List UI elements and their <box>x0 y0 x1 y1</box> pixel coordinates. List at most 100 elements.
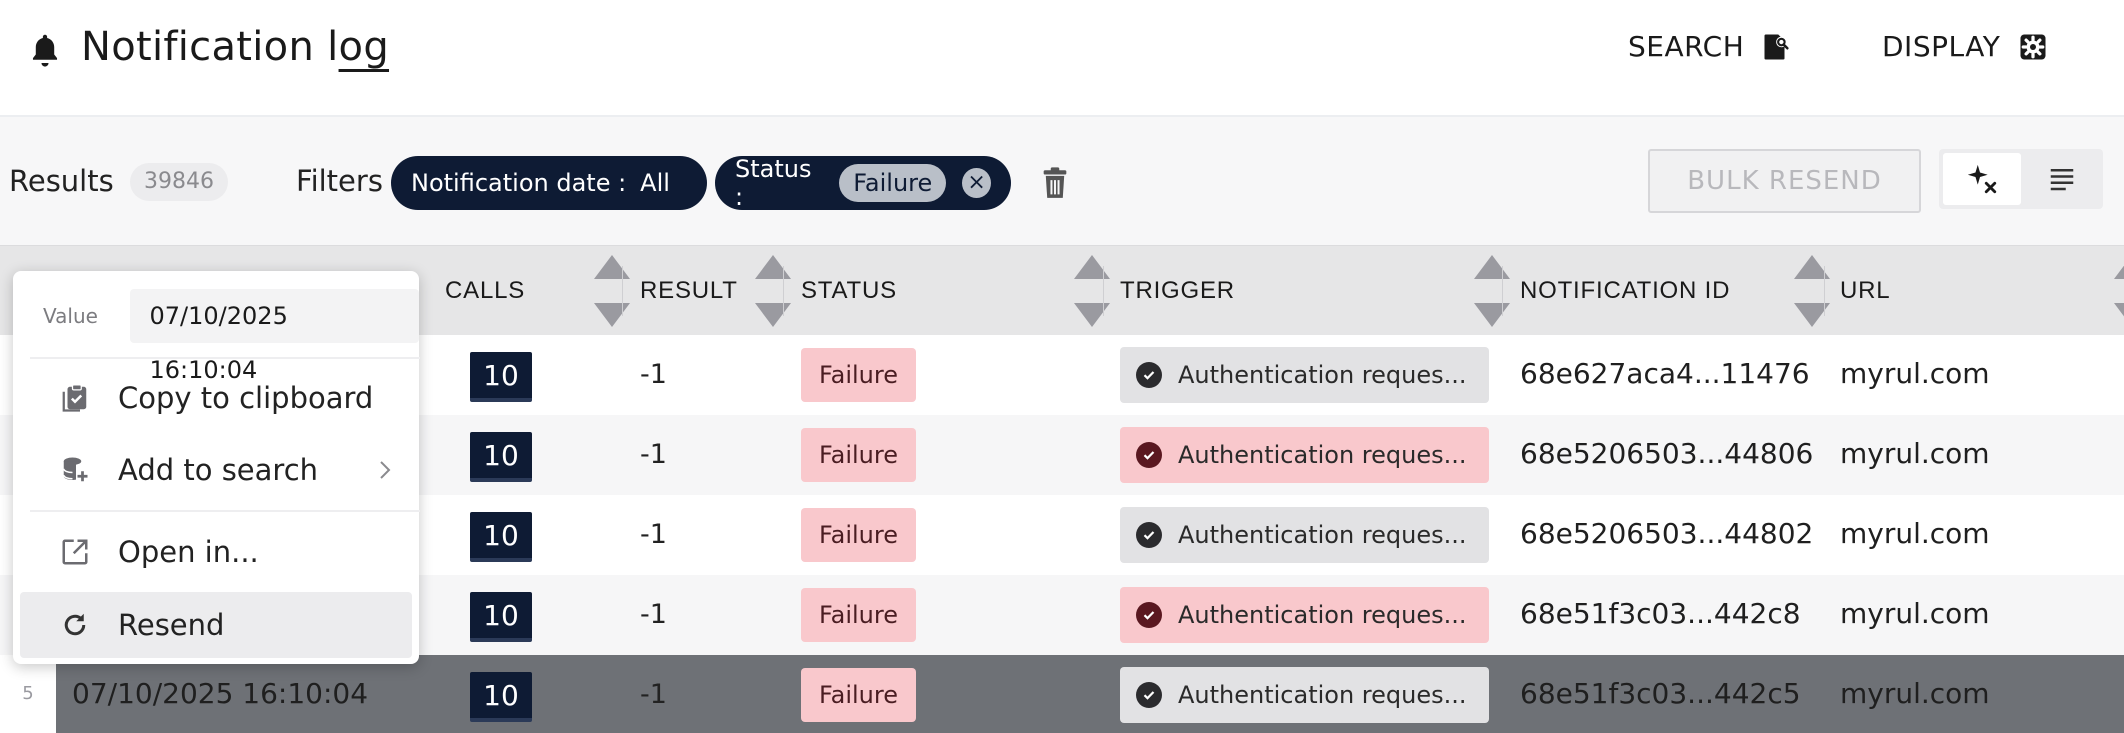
sort-icon[interactable] <box>1068 246 1116 336</box>
value-field[interactable]: 07/10/2025 16:10:04 <box>129 289 419 384</box>
refresh-icon <box>64 613 86 636</box>
settings-icon <box>2020 34 2046 59</box>
app-header: Notification log SEARCH DISPLAY <box>0 0 2124 117</box>
calls-badge: 10 <box>470 672 532 722</box>
bell-icon <box>32 34 58 67</box>
cell-url[interactable]: myrul.com <box>1840 597 1990 630</box>
cell-result[interactable]: -1 <box>640 599 667 630</box>
search-button[interactable]: SEARCH <box>1628 30 1792 63</box>
display-button[interactable]: DISPLAY <box>1882 30 2048 63</box>
check-mark <box>1143 691 1155 700</box>
calls-badge: 10 <box>470 432 532 482</box>
status-badge: Failure <box>801 588 916 642</box>
menu-item-label: Add to search <box>118 453 319 487</box>
check-mark <box>1143 531 1155 540</box>
table-row[interactable]: 5 07/10/2025 16:10:04 10 -1 Failure Authentic… <box>0 655 2124 733</box>
filter-chip-status[interactable]: Status : Failure ⨯ <box>715 155 1011 211</box>
calls-badge: 10 <box>470 352 532 402</box>
column-header-result[interactable]: RESULT <box>640 246 738 336</box>
clear-filters-trash-icon[interactable] <box>1040 166 1070 200</box>
cell-context-menu: Value 07/10/2025 16:10:04 Copy to clipbo… <box>13 271 420 664</box>
status-badge: Failure <box>801 428 916 482</box>
column-header-url[interactable]: URL <box>1840 246 1890 336</box>
column-header-notification-id[interactable]: NOTIFICATION ID <box>1520 246 1730 336</box>
page: Notification log SEARCH DISPLAY Results … <box>0 0 2124 733</box>
cell-notification-id[interactable]: 68e5206503...44806 <box>1520 437 1813 470</box>
results-count-badge: 39846 <box>130 163 228 201</box>
sort-icon[interactable] <box>1788 246 1836 336</box>
list-lines-icon <box>2050 169 2074 191</box>
trigger-label: Authentication reques... <box>1178 681 1467 709</box>
cell-result[interactable]: -1 <box>640 679 667 710</box>
calls-badge: 10 <box>470 512 532 562</box>
cell-result[interactable]: -1 <box>640 519 667 550</box>
trigger-badge[interactable]: Authentication reques... <box>1120 507 1489 563</box>
sort-icon[interactable] <box>749 246 797 336</box>
column-separator[interactable] <box>783 266 784 316</box>
column-separator[interactable] <box>1502 266 1503 316</box>
cell-notification-id[interactable]: 68e627aca4...11476 <box>1520 357 1810 390</box>
trigger-label: Authentication reques... <box>1178 361 1467 389</box>
view-toggle-list[interactable] <box>2025 153 2099 205</box>
view-toggle-sparkle[interactable] <box>1943 153 2021 205</box>
menu-item-label: Copy to clipboard <box>118 381 374 415</box>
cell-url[interactable]: myrul.com <box>1840 437 1990 470</box>
menu-item-copy-to-clipboard[interactable]: Copy to clipboard <box>20 365 412 431</box>
results-label: Results <box>9 164 114 198</box>
cell-result[interactable]: -1 <box>640 439 667 470</box>
trigger-label: Authentication reques... <box>1178 601 1467 629</box>
column-header-calls[interactable]: CALLS <box>445 246 525 336</box>
check-circle-icon <box>1136 522 1162 548</box>
trigger-badge[interactable]: Authentication reques... <box>1120 427 1489 483</box>
chip-status-value: Failure <box>839 164 947 202</box>
column-separator[interactable] <box>1103 266 1104 316</box>
cell-url[interactable]: myrul.com <box>1840 517 1990 550</box>
remove-filter-icon[interactable]: ⨯ <box>962 168 991 198</box>
check-circle-icon <box>1136 682 1162 708</box>
chevron-right-icon <box>380 461 391 479</box>
clipboard-check-icon <box>62 384 87 412</box>
cell-date[interactable]: 07/10/2025 16:10:04 <box>72 677 368 710</box>
check-mark <box>1143 611 1155 620</box>
column-header-trigger[interactable]: TRIGGER <box>1120 246 1235 336</box>
menu-item-resend[interactable]: Resend <box>20 592 412 658</box>
page-title: Notification log <box>81 24 390 70</box>
filter-chip-notification-date[interactable]: Notification date : All <box>391 156 707 210</box>
column-separator[interactable] <box>1824 266 1825 316</box>
cell-url[interactable]: myrul.com <box>1840 357 1990 390</box>
trigger-badge[interactable]: Authentication reques... <box>1120 667 1489 723</box>
search-file-icon <box>1764 34 1789 59</box>
menu-divider <box>30 510 420 512</box>
database-plus-icon <box>63 457 88 482</box>
sort-icon[interactable] <box>588 246 636 336</box>
calls-badge: 10 <box>470 592 532 642</box>
sparkle-clear-icon <box>1967 164 1997 194</box>
sort-icon[interactable] <box>2108 246 2124 336</box>
bulk-resend-button[interactable]: BULK RESEND <box>1648 149 1921 213</box>
sort-icon[interactable] <box>1468 246 1516 336</box>
cell-notification-id[interactable]: 68e51f3c03...442c5 <box>1520 677 1801 710</box>
menu-item-label: Resend <box>118 608 225 642</box>
menu-item-add-to-search[interactable]: Add to search <box>20 437 412 503</box>
trigger-badge[interactable]: Authentication reques... <box>1120 587 1489 643</box>
chip-status-label: Status : <box>735 155 812 211</box>
column-header-status[interactable]: STATUS <box>801 246 897 336</box>
cell-result[interactable]: -1 <box>640 359 667 390</box>
check-circle-icon <box>1136 362 1162 388</box>
check-mark <box>1143 451 1155 460</box>
trigger-badge[interactable]: Authentication reques... <box>1120 347 1489 403</box>
cell-notification-id[interactable]: 68e5206503...44802 <box>1520 517 1813 550</box>
status-badge: Failure <box>801 348 916 402</box>
search-label: SEARCH <box>1628 30 1745 63</box>
column-separator[interactable] <box>622 266 623 316</box>
check-circle-icon <box>1136 442 1162 468</box>
row-number: 5 <box>22 683 34 704</box>
filters-label: Filters <box>296 164 383 198</box>
trigger-label: Authentication reques... <box>1178 441 1467 469</box>
value-label: Value <box>43 304 98 328</box>
check-mark <box>1143 371 1155 380</box>
menu-item-open-in[interactable]: Open in... <box>20 519 412 585</box>
chip-date-label: Notification date : <box>411 169 627 197</box>
cell-url[interactable]: myrul.com <box>1840 677 1990 710</box>
cell-notification-id[interactable]: 68e51f3c03...442c8 <box>1520 597 1801 630</box>
